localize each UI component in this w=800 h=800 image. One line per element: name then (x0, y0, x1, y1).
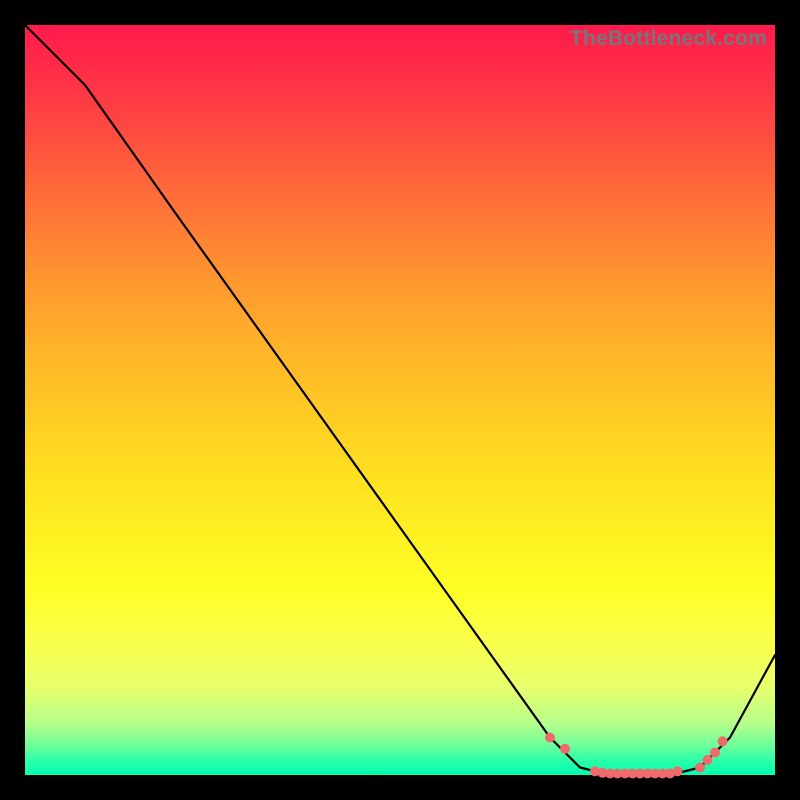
marker-point (718, 736, 728, 746)
chart-frame: { "watermark": "TheBottleneck.com", "cha… (0, 0, 800, 800)
marker-group (545, 733, 728, 779)
marker-point (710, 748, 720, 758)
marker-point (673, 766, 683, 776)
marker-point (560, 744, 570, 754)
marker-point (703, 755, 713, 765)
marker-point (695, 763, 705, 773)
chart-svg (25, 25, 775, 775)
plot-area: TheBottleneck.com (25, 25, 775, 775)
marker-point (545, 733, 555, 743)
bottleneck-curve-line (25, 25, 775, 775)
